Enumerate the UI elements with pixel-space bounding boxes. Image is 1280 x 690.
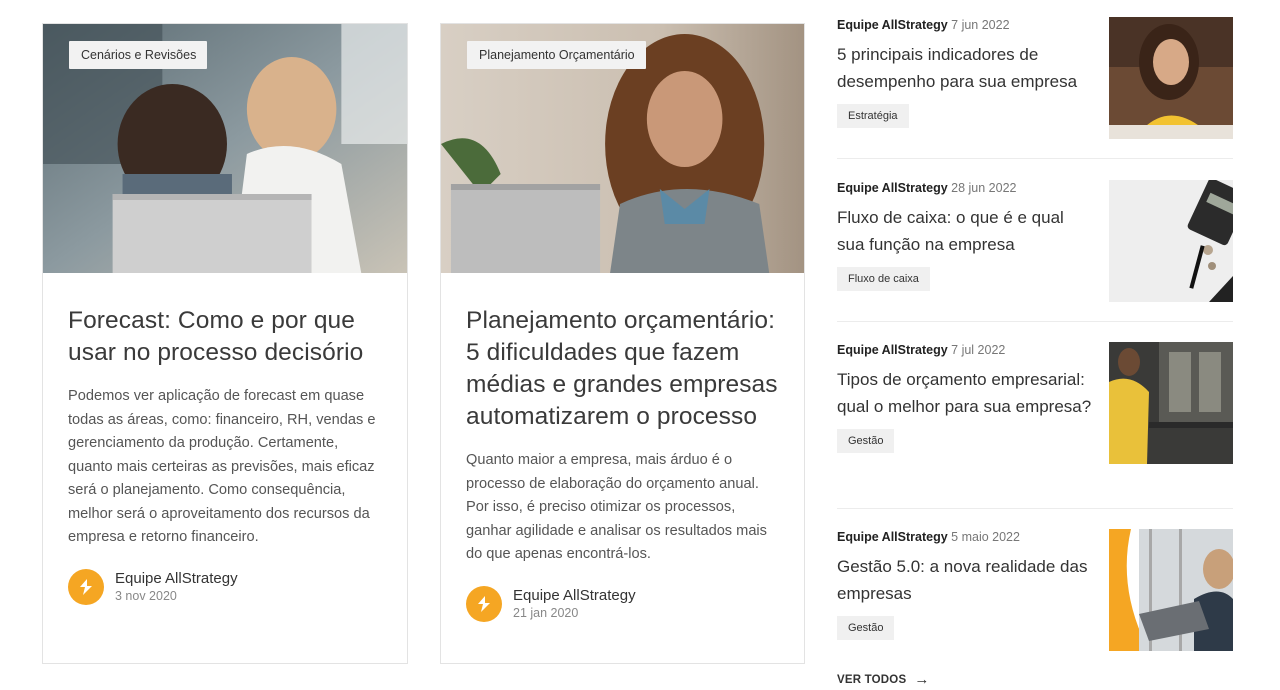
post-title[interactable]: Fluxo de caixa: o que é e qual sua funçã… [837, 204, 1095, 258]
list-item[interactable]: Equipe AllStrategy 7 jun 2022 5 principa… [837, 17, 1233, 159]
list-item[interactable]: Equipe AllStrategy 7 jul 2022 Tipos de o… [837, 342, 1233, 509]
post-thumbnail[interactable] [1109, 17, 1233, 139]
allstrategy-logo-icon [68, 568, 104, 605]
category-tag[interactable]: Cenários e Revisões [69, 41, 208, 69]
list-item[interactable]: Equipe AllStrategy 28 jun 2022 Fluxo de … [837, 180, 1233, 322]
list-item[interactable]: Equipe AllStrategy 5 maio 2022 Gestão 5.… [837, 529, 1233, 651]
allstrategy-logo-icon [466, 585, 502, 622]
author-name: Equipe AllStrategy [115, 569, 238, 587]
post-image[interactable]: Cenários e Revisões [43, 24, 407, 273]
author-block: Equipe AllStrategy 3 nov 2020 [68, 568, 382, 605]
post-date: 5 maio 2022 [951, 530, 1020, 544]
category-tag[interactable]: Gestão [837, 616, 895, 640]
post-meta: Equipe AllStrategy 7 jun 2022 [837, 17, 1095, 33]
post-meta: Equipe AllStrategy 28 jun 2022 [837, 180, 1095, 196]
post-card[interactable]: Cenários e Revisões Forecast: Como e por… [42, 23, 408, 664]
view-all-label[interactable]: VER TODOS [837, 674, 906, 686]
post-title[interactable]: Tipos de orçamento empresarial: qual o m… [837, 366, 1095, 420]
view-all-link[interactable]: VER TODOS → [837, 671, 930, 688]
author-name: Equipe AllStrategy [837, 18, 948, 32]
author-name: Equipe AllStrategy [837, 530, 948, 544]
author-name: Equipe AllStrategy [837, 343, 948, 357]
post-title[interactable]: Forecast: Como e por que usar no process… [68, 305, 382, 369]
post-date: 7 jun 2022 [951, 18, 1010, 32]
post-date: 7 jul 2022 [951, 343, 1006, 357]
category-tag[interactable]: Estratégia [837, 104, 909, 128]
author-block: Equipe AllStrategy 21 jan 2020 [466, 585, 779, 622]
post-date: 21 jan 2020 [513, 605, 579, 620]
post-title[interactable]: Gestão 5.0: a nova realidade das empresa… [837, 553, 1095, 607]
post-thumbnail[interactable] [1109, 529, 1233, 651]
post-title[interactable]: Planejamento orçamentário: 5 dificuldade… [466, 305, 779, 433]
post-meta: Equipe AllStrategy 5 maio 2022 [837, 529, 1095, 545]
post-date: 28 jun 2022 [951, 181, 1017, 195]
post-excerpt: Quanto maior a empresa, mais árduo é o p… [466, 452, 767, 562]
arrow-right-icon: → [914, 671, 930, 688]
post-meta: Equipe AllStrategy 7 jul 2022 [837, 342, 1095, 358]
category-tag[interactable]: Fluxo de caixa [837, 267, 930, 291]
post-date: 3 nov 2020 [115, 588, 177, 603]
post-title[interactable]: 5 principais indicadores de desempenho p… [837, 41, 1095, 95]
post-card[interactable]: Planejamento Orçamentário Planejamento o… [440, 23, 805, 664]
post-image[interactable]: Planejamento Orçamentário [441, 24, 804, 273]
author-name: Equipe AllStrategy [513, 586, 636, 604]
post-excerpt: Podemos ver aplicação de forecast em qua… [68, 388, 376, 545]
author-name: Equipe AllStrategy [837, 181, 948, 195]
category-tag[interactable]: Planejamento Orçamentário [467, 41, 646, 69]
category-tag[interactable]: Gestão [837, 429, 895, 453]
post-thumbnail[interactable] [1109, 342, 1233, 464]
post-thumbnail[interactable] [1109, 180, 1233, 302]
